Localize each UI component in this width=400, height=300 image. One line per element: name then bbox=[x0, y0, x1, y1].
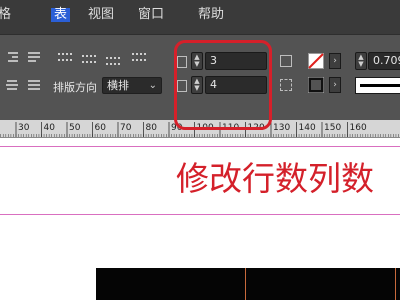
ruler-tick-label: 50 bbox=[69, 123, 81, 133]
ruler-tick-label: 150 bbox=[324, 123, 341, 133]
unmerge-cells-icon[interactable] bbox=[280, 79, 292, 91]
margin-guide-bottom bbox=[0, 214, 400, 215]
merge-cells-icon[interactable] bbox=[280, 55, 292, 67]
table-block[interactable] bbox=[96, 268, 400, 300]
table-column-divider bbox=[395, 268, 396, 300]
vertical-justify-icon[interactable] bbox=[132, 53, 146, 63]
annotation-text: 修改行数列数 bbox=[176, 159, 374, 198]
indesign-window: 格 表 视图 窗口 帮助 排版方向 横排 ⌄ ▲ ▼ 3 ▲ ▼ 4 › › ▲… bbox=[0, 0, 400, 300]
ruler-tick-label: 40 bbox=[44, 123, 56, 133]
vertical-align-center-icon[interactable] bbox=[82, 55, 96, 65]
menu-item-view[interactable]: 视图 bbox=[88, 8, 114, 22]
direction-value: 横排 bbox=[107, 79, 129, 92]
ruler-tick-label: 130 bbox=[273, 123, 290, 133]
direction-select[interactable]: 横排 ⌄ bbox=[102, 77, 162, 94]
stroke-type-select[interactable] bbox=[355, 77, 400, 94]
stroke-weight-input[interactable]: 0.709 bbox=[368, 52, 400, 70]
margin-guide-top bbox=[0, 146, 400, 147]
stroke-type-line bbox=[360, 84, 400, 87]
ruler-tick-label: 160 bbox=[350, 123, 367, 133]
table-column-divider bbox=[245, 268, 246, 300]
fill-dropdown-arrow-icon[interactable]: › bbox=[329, 53, 341, 69]
menu-bar: 格 表 视图 窗口 帮助 bbox=[0, 0, 400, 34]
ruler-tick-label: 70 bbox=[120, 123, 132, 133]
document-canvas[interactable]: 修改行数列数 bbox=[0, 138, 400, 300]
highlight-rectangle bbox=[174, 40, 272, 130]
stroke-weight-stepper[interactable]: ▲ ▼ bbox=[355, 52, 367, 70]
align-right-icon[interactable] bbox=[4, 51, 20, 65]
vertical-align-top-icon[interactable] bbox=[58, 53, 72, 63]
vertical-align-bottom-icon[interactable] bbox=[106, 57, 120, 67]
ruler-tick-label: 30 bbox=[18, 123, 30, 133]
ruler-tick-label: 80 bbox=[146, 123, 158, 133]
align-justify-icon[interactable] bbox=[26, 51, 42, 65]
align-center-icon[interactable] bbox=[4, 79, 20, 93]
fill-none-swatch-icon[interactable] bbox=[308, 53, 324, 69]
direction-label: 排版方向 bbox=[53, 81, 97, 94]
stroke-dropdown-arrow-icon[interactable]: › bbox=[329, 77, 341, 93]
stroke-swatch-icon[interactable] bbox=[308, 77, 324, 93]
align-justify-all-icon[interactable] bbox=[26, 79, 42, 93]
menu-item-help[interactable]: 帮助 bbox=[198, 8, 224, 22]
chevron-down-icon: ⌄ bbox=[148, 80, 157, 91]
ruler-tick-label: 60 bbox=[95, 123, 107, 133]
ruler-tick-label: 140 bbox=[299, 123, 316, 133]
menu-item-table[interactable]: 表 bbox=[51, 8, 71, 22]
menu-item-truncated[interactable]: 格 bbox=[0, 8, 11, 22]
menu-item-window[interactable]: 窗口 bbox=[138, 8, 164, 22]
